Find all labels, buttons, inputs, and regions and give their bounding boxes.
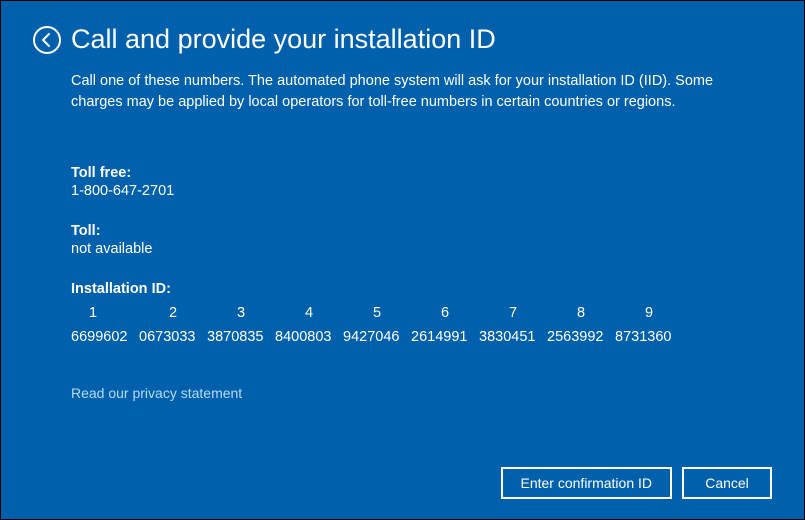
enter-confirmation-button[interactable]: Enter confirmation ID <box>501 467 673 499</box>
cancel-button[interactable]: Cancel <box>682 467 772 499</box>
iid-col-num: 4 <box>275 305 343 321</box>
iid-group: 8731360 <box>615 329 683 345</box>
iid-group: 2563992 <box>547 329 615 345</box>
arrow-left-icon <box>39 32 55 48</box>
iid-col-num: 5 <box>343 305 411 321</box>
privacy-statement-link[interactable]: Read our privacy statement <box>71 385 242 401</box>
iid-col-num: 8 <box>547 305 615 321</box>
header: Call and provide your installation ID <box>33 25 772 55</box>
iid-column-headers: 1 2 3 4 5 6 7 8 9 <box>71 305 762 321</box>
installation-id-label: Installation ID: <box>71 281 762 297</box>
iid-col-num: 9 <box>615 305 683 321</box>
footer-buttons: Enter confirmation ID Cancel <box>501 467 773 499</box>
toll-number: not available <box>71 241 762 257</box>
iid-col-num: 1 <box>71 305 139 321</box>
iid-col-num: 7 <box>479 305 547 321</box>
tollfree-section: Toll free: 1-800-647-2701 <box>71 165 762 199</box>
back-button[interactable] <box>33 26 61 54</box>
toll-label: Toll: <box>71 223 762 239</box>
iid-group: 6699602 <box>71 329 139 345</box>
installation-id-grid: 1 2 3 4 5 6 7 8 9 6699602 0673033 387083… <box>71 305 762 345</box>
iid-col-num: 3 <box>207 305 275 321</box>
instructions-text: Call one of these numbers. The automated… <box>71 71 762 113</box>
page-title: Call and provide your installation ID <box>71 25 496 55</box>
tollfree-label: Toll free: <box>71 165 762 181</box>
installation-id-section: Installation ID: 1 2 3 4 5 6 7 8 9 66996… <box>71 281 762 345</box>
iid-col-num: 6 <box>411 305 479 321</box>
iid-group: 2614991 <box>411 329 479 345</box>
content-area: Call one of these numbers. The automated… <box>33 71 772 403</box>
tollfree-number: 1-800-647-2701 <box>71 183 762 199</box>
iid-group: 9427046 <box>343 329 411 345</box>
iid-col-num: 2 <box>139 305 207 321</box>
iid-group: 3830451 <box>479 329 547 345</box>
iid-values-row: 6699602 0673033 3870835 8400803 9427046 … <box>71 329 762 345</box>
toll-section: Toll: not available <box>71 223 762 257</box>
iid-group: 8400803 <box>275 329 343 345</box>
activation-wizard-window: Call and provide your installation ID Ca… <box>0 0 805 520</box>
iid-group: 0673033 <box>139 329 207 345</box>
iid-group: 3870835 <box>207 329 275 345</box>
